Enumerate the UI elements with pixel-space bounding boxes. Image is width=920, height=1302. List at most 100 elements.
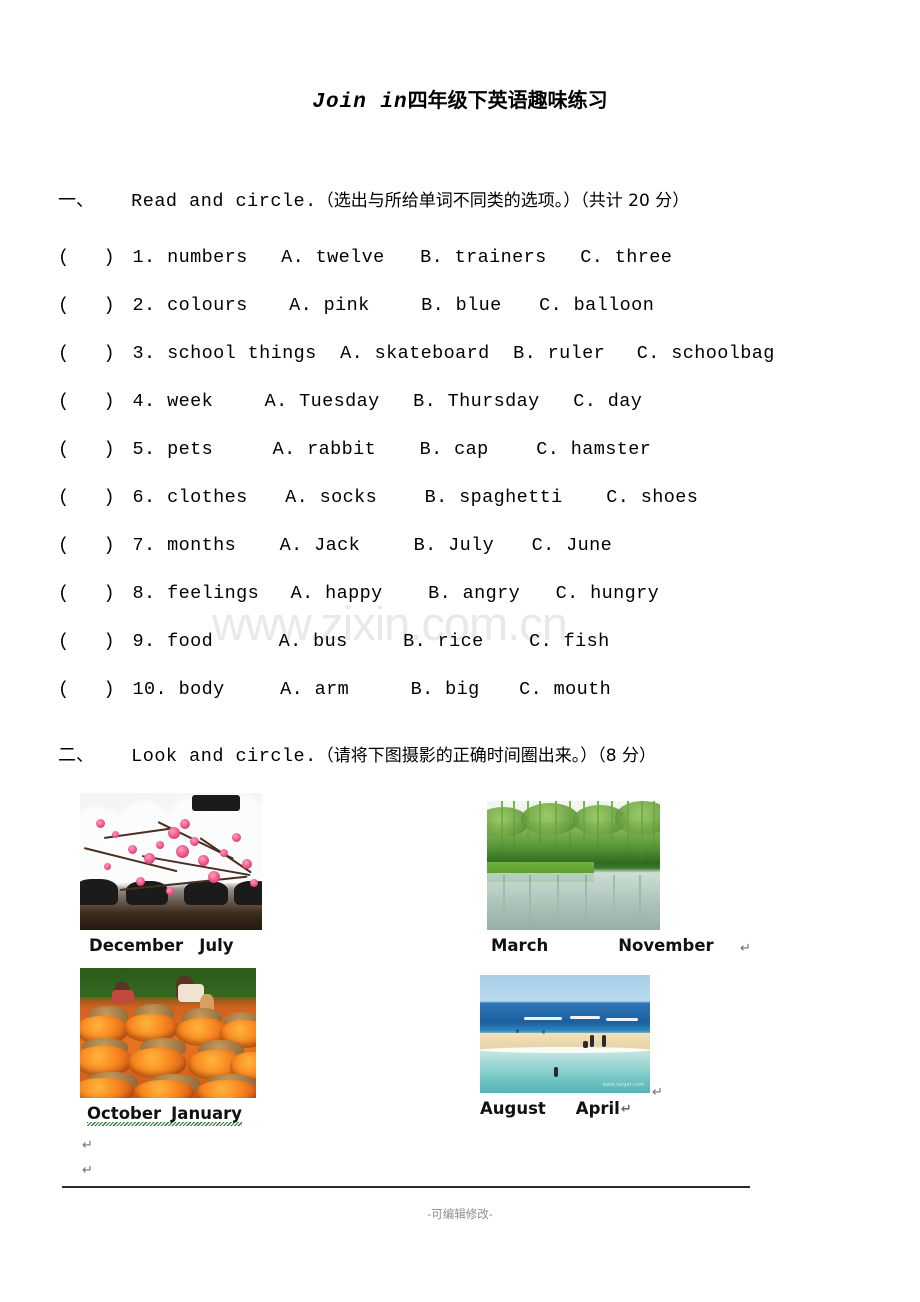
option-c[interactable]: C. three (580, 234, 672, 282)
option-a[interactable]: A. twelve (281, 234, 385, 282)
picture-2-option-1[interactable]: March (491, 936, 548, 955)
section-2-picture-grid: December July March November ↵ October J… (0, 780, 920, 1178)
option-b[interactable]: B. big (411, 666, 480, 714)
question-number: 2. (132, 295, 156, 316)
table-row[interactable]: () 1. numbers A. twelve B. trainers C. t… (58, 234, 908, 282)
question-number: 3. (132, 343, 156, 364)
option-a[interactable]: A. rabbit (273, 426, 377, 474)
picture-1-option-2[interactable]: July (199, 936, 233, 955)
answer-bracket-open: ( (58, 391, 70, 412)
section-1-question-list: () 1. numbers A. twelve B. trainers C. t… (58, 234, 908, 714)
option-a[interactable]: A. Tuesday (265, 378, 380, 426)
question-category: pets (167, 439, 214, 460)
option-a[interactable]: A. happy (291, 570, 383, 618)
table-row[interactable]: () 9. food A. bus B. rice C. fish (58, 618, 908, 666)
option-a[interactable]: A. Jack (280, 522, 361, 570)
picture-question-4: www.target.com ↵ August April↵ (480, 975, 663, 1118)
answer-bracket-close: ) (103, 679, 116, 700)
option-c[interactable]: C. mouth (519, 666, 611, 714)
picture-4-option-1[interactable]: August (480, 1099, 546, 1118)
answer-bracket-open: ( (58, 439, 70, 460)
answer-bracket-close: ) (103, 535, 116, 556)
question-category: week (167, 391, 214, 412)
answer-bracket-close: ) (103, 439, 116, 460)
answer-bracket-open: ( (58, 343, 70, 364)
section-1-heading: 一、 Read and circle.（选出与所给单词不同类的选项。）（共计 2… (58, 186, 888, 212)
paragraph-mark-icon: ↵ (740, 941, 751, 956)
option-c[interactable]: C. balloon (539, 282, 654, 330)
document-page: www.zixin.com.cn Join in四年级下英语趣味练习 一、 Re… (0, 0, 920, 1302)
table-row[interactable]: () 7. months A. Jack B. July C. June (58, 522, 908, 570)
picture-3-caption: October January (87, 1104, 242, 1126)
question-category: body (178, 679, 225, 700)
option-b[interactable]: B. ruler (513, 330, 605, 378)
footer-divider (62, 1186, 750, 1188)
option-c[interactable]: C. shoes (606, 474, 698, 522)
option-b[interactable]: B. Thursday (413, 378, 540, 426)
option-a[interactable]: A. skateboard (340, 330, 490, 378)
picture-4-option-2[interactable]: April (576, 1099, 620, 1118)
option-a[interactable]: A. pink (289, 282, 370, 330)
table-row[interactable]: () 5. pets A. rabbit B. cap C. hamster (58, 426, 908, 474)
option-b[interactable]: B. blue (421, 282, 502, 330)
page-title-cn: 四年级下英语趣味练习 (407, 88, 608, 112)
paragraph-mark-icon: ↵ (82, 1163, 93, 1178)
section-2-score: （8 分） (597, 746, 656, 766)
option-c[interactable]: C. schoolbag (637, 330, 775, 378)
section-1-index: 一、 (58, 190, 94, 211)
option-c[interactable]: C. day (573, 378, 642, 426)
answer-bracket-open: ( (58, 679, 70, 700)
option-b[interactable]: B. spaghetti (425, 474, 563, 522)
question-number: 6. (132, 487, 156, 508)
picture-4-caption: August April↵ (480, 1099, 650, 1118)
orange-harvest-photo (80, 968, 256, 1098)
answer-bracket-open: ( (58, 247, 70, 268)
table-row[interactable]: () 6. clothes A. socks B. spaghetti C. s… (58, 474, 908, 522)
answer-bracket-close: ) (103, 487, 116, 508)
option-a[interactable]: A. arm (280, 666, 349, 714)
answer-bracket-open: ( (58, 295, 70, 316)
beach-photo-watermark: www.target.com (602, 1082, 644, 1088)
question-number: 4. (132, 391, 156, 412)
table-row[interactable]: () 8. feelings A. happy B. angry C. hung… (58, 570, 908, 618)
picture-2-caption: March November (491, 936, 714, 955)
answer-bracket-close: ) (103, 343, 116, 364)
option-c[interactable]: C. hungry (556, 570, 660, 618)
option-b[interactable]: B. rice (403, 618, 484, 666)
picture-3-option-2[interactable]: January (171, 1104, 242, 1123)
option-a[interactable]: A. socks (285, 474, 377, 522)
option-c[interactable]: C. June (532, 522, 613, 570)
picture-1-caption: December July (89, 936, 262, 955)
picture-1-option-1[interactable]: December (89, 936, 183, 955)
question-category: feelings (167, 583, 260, 604)
section-2-instruction-cn: （请将下图摄影的正确时间圈出来。） (316, 746, 598, 766)
section-2-instruction-en: Look and circle. (131, 746, 317, 767)
table-row[interactable]: () 3. school things A. skateboard B. rul… (58, 330, 908, 378)
paragraph-mark-icon: ↵ (82, 1138, 93, 1153)
option-c[interactable]: C. fish (529, 618, 610, 666)
table-row[interactable]: () 2. colours A. pink B. blue C. balloon (58, 282, 908, 330)
picture-question-3: October January ↵ (80, 968, 256, 1153)
answer-bracket-close: ) (103, 583, 116, 604)
option-a[interactable]: A. bus (279, 618, 348, 666)
willow-lake-spring-photo (487, 801, 660, 930)
answer-bracket-close: ) (103, 247, 116, 268)
table-row[interactable]: () 4. week A. Tuesday B. Thursday C. day (58, 378, 908, 426)
plum-blossom-snow-photo (80, 793, 262, 930)
option-c[interactable]: C. hamster (536, 426, 651, 474)
question-number: 7. (132, 535, 156, 556)
question-category: months (167, 535, 237, 556)
option-b[interactable]: B. trainers (420, 234, 547, 282)
question-category: numbers (167, 247, 248, 268)
table-row[interactable]: () 10. body A. arm B. big C. mouth (58, 666, 908, 714)
section-1-instruction-cn: （选出与所给单词不同类的选项。） (316, 191, 581, 211)
option-b[interactable]: B. July (414, 522, 495, 570)
picture-3-option-1[interactable]: October (87, 1104, 161, 1123)
page-title-en: Join in (312, 91, 408, 114)
question-number: 5. (132, 439, 156, 460)
paragraph-mark-icon: ↵ (652, 1085, 663, 1100)
question-number: 1. (132, 247, 156, 268)
picture-2-option-2[interactable]: November (618, 936, 713, 955)
option-b[interactable]: B. cap (420, 426, 489, 474)
option-b[interactable]: B. angry (428, 570, 520, 618)
